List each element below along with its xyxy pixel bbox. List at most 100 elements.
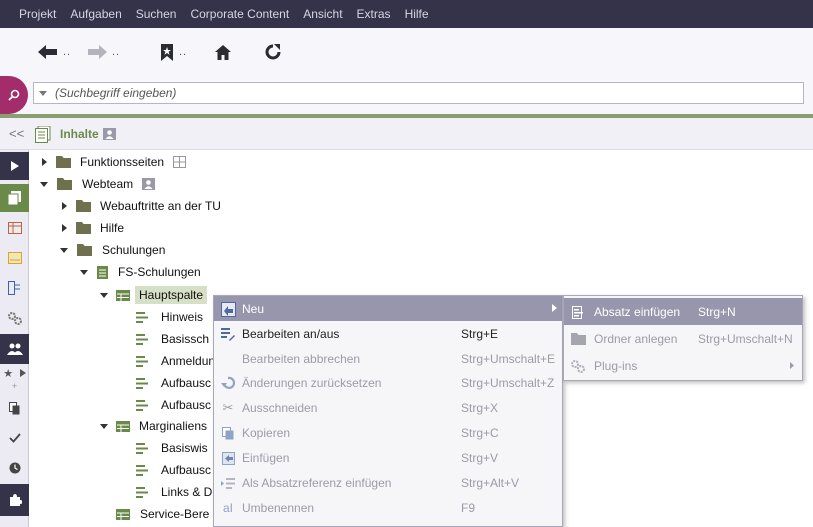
rail-play-button[interactable] [0, 152, 29, 180]
expand-icon[interactable] [62, 224, 67, 232]
copy-icon [220, 425, 236, 441]
rail-copy-button[interactable] [0, 394, 29, 422]
copy-icon [9, 401, 20, 414]
paste-icon [220, 450, 236, 466]
reload-button[interactable] [265, 41, 281, 63]
collapse-tree-icon[interactable] [60, 247, 68, 253]
new-icon [220, 301, 236, 317]
gear-icon [7, 312, 22, 325]
home-button[interactable] [215, 41, 231, 63]
rail-users-button[interactable] [0, 334, 29, 364]
menu-item-bearbeiten-an-aus[interactable]: Bearbeiten an/aus Strg+E [214, 321, 562, 346]
arrow-right-icon [88, 45, 107, 59]
folder-icon [56, 156, 71, 168]
tree-item-paragraph[interactable]: Aufbausc [136, 372, 211, 394]
documents-icon [8, 191, 21, 205]
collapse-tree-icon[interactable] [100, 292, 108, 298]
paragraph-icon [136, 333, 148, 345]
menu-ansicht[interactable]: Ansicht [296, 0, 349, 28]
rename-icon: aI [222, 501, 233, 515]
bookmark-button[interactable]: .. [160, 41, 187, 63]
menu-hilfe[interactable]: Hilfe [398, 0, 436, 28]
users-icon [6, 343, 23, 355]
scissors-icon: ✂ [222, 400, 234, 415]
search-button[interactable] [0, 76, 28, 114]
menu-bar: Projekt Aufgaben Suchen Corporate Conten… [0, 0, 813, 28]
menu-item-umbenennen[interactable]: aI Umbenennen F9 [214, 495, 562, 520]
rail-plugin-button[interactable] [0, 484, 29, 516]
folder-icon [77, 244, 92, 256]
tree-item-webteam[interactable]: Webteam [40, 173, 156, 195]
paragraph-icon [136, 464, 148, 476]
section-header: << Inhalte [0, 118, 813, 150]
menu-item-neu[interactable]: Neu [214, 296, 562, 321]
menu-item-einfuegen[interactable]: Einfügen Strg+V [214, 445, 562, 470]
star-icon[interactable]: ★ [3, 367, 13, 380]
tree-item-paragraph[interactable]: Basissch [136, 328, 209, 350]
rail-favorites-row[interactable]: ★ [0, 366, 29, 380]
chevron-down-icon[interactable] [39, 90, 47, 96]
menu-projekt[interactable]: Projekt [12, 0, 63, 28]
menu-item-ausschneiden[interactable]: ✂ Ausschneiden Strg+X [214, 395, 562, 420]
edit-icon [220, 326, 236, 342]
undo-icon [220, 375, 236, 391]
rail-table-button[interactable] [0, 214, 29, 242]
folder-icon [76, 200, 91, 212]
tree-item-paragraph[interactable]: Anmeldun [136, 350, 215, 372]
menu-suchen[interactable]: Suchen [129, 0, 184, 28]
search-input[interactable]: (Suchbegriff eingeben) [33, 82, 804, 104]
tree-item-paragraph[interactable]: Links & D [136, 481, 212, 503]
table-icon [116, 508, 130, 520]
menu-item-bearbeiten-abbrechen[interactable]: Bearbeiten abbrechen Strg+Umschalt+E [214, 346, 562, 371]
tree-item-funktionsseiten[interactable]: Funktionsseiten [42, 151, 187, 173]
tree-item-fs-schulungen[interactable]: FS-Schulungen [80, 261, 201, 283]
tree-item-schulungen[interactable]: Schulungen [60, 239, 165, 261]
menu-corporate-content[interactable]: Corporate Content [183, 0, 296, 28]
rail-structure-button[interactable] [0, 274, 29, 302]
collapse-tree-icon[interactable] [80, 269, 88, 275]
collapse-icon[interactable]: << [9, 126, 24, 141]
content-icon [35, 125, 51, 146]
structure-icon [8, 281, 20, 295]
tree-item-paragraph[interactable]: Aufbausc [136, 394, 211, 416]
expand-icon[interactable] [42, 158, 47, 166]
tree-item-paragraph[interactable]: Aufbausc [136, 459, 211, 481]
paragraph-icon [136, 311, 148, 323]
menu-item-plug-ins[interactable]: Plug-ins [564, 352, 802, 379]
collapse-tree-icon[interactable] [40, 181, 48, 187]
add-icon[interactable]: + [0, 381, 29, 391]
collapse-tree-icon[interactable] [100, 423, 108, 429]
menu-item-kopieren[interactable]: Kopieren Strg+C [214, 420, 562, 445]
context-menu: Neu Bearbeiten an/aus Strg+E Bearbeiten … [213, 295, 563, 527]
rail-check-button[interactable] [0, 424, 29, 452]
rail-settings-button[interactable] [0, 304, 29, 332]
menu-item-absatz-einfuegen[interactable]: Absatz einfügen Strg+N [564, 298, 802, 325]
forward-button[interactable]: .. [87, 41, 120, 63]
back-button[interactable]: .. [38, 41, 71, 63]
tree-item-paragraph[interactable]: Basiswis [136, 437, 208, 459]
check-icon [8, 433, 21, 443]
toolbar: .. .. .. [0, 28, 813, 76]
tree-item-service-bereich[interactable]: Service-Bere [116, 503, 209, 525]
user-icon [142, 178, 156, 190]
play-small-icon[interactable] [19, 369, 26, 377]
rail-content-button[interactable] [0, 184, 29, 212]
tree-item-webauftritte[interactable]: Webauftritte an der TU [62, 195, 221, 217]
user-icon [103, 128, 116, 143]
clock-icon [9, 462, 20, 474]
menu-item-als-absatzreferenz-einfuegen[interactable]: Als Absatzreferenz einfügen Strg+Alt+V [214, 470, 562, 495]
menu-extras[interactable]: Extras [350, 0, 398, 28]
tree-item-marginalienspalte[interactable]: Marginaliens [100, 415, 207, 437]
tree-item-paragraph[interactable]: Hinweis [136, 306, 203, 328]
page-icon [97, 265, 108, 279]
rail-media-button[interactable] [0, 244, 29, 272]
menu-item-aenderungen-zuruecksetzen[interactable]: Änderungen zurücksetzen Strg+Umschalt+Z [214, 370, 562, 395]
rail-clock-button[interactable] [0, 454, 29, 482]
table-icon [116, 420, 130, 432]
expand-icon[interactable] [62, 202, 67, 210]
menu-aufgaben[interactable]: Aufgaben [63, 0, 128, 28]
menu-item-ordner-anlegen[interactable]: Ordner anlegen Strg+Umschalt+N [564, 325, 802, 352]
tree-item-hilfe[interactable]: Hilfe [62, 217, 124, 239]
tree-item-hauptspalte[interactable]: Hauptspalte [100, 284, 208, 306]
home-icon [215, 44, 231, 60]
